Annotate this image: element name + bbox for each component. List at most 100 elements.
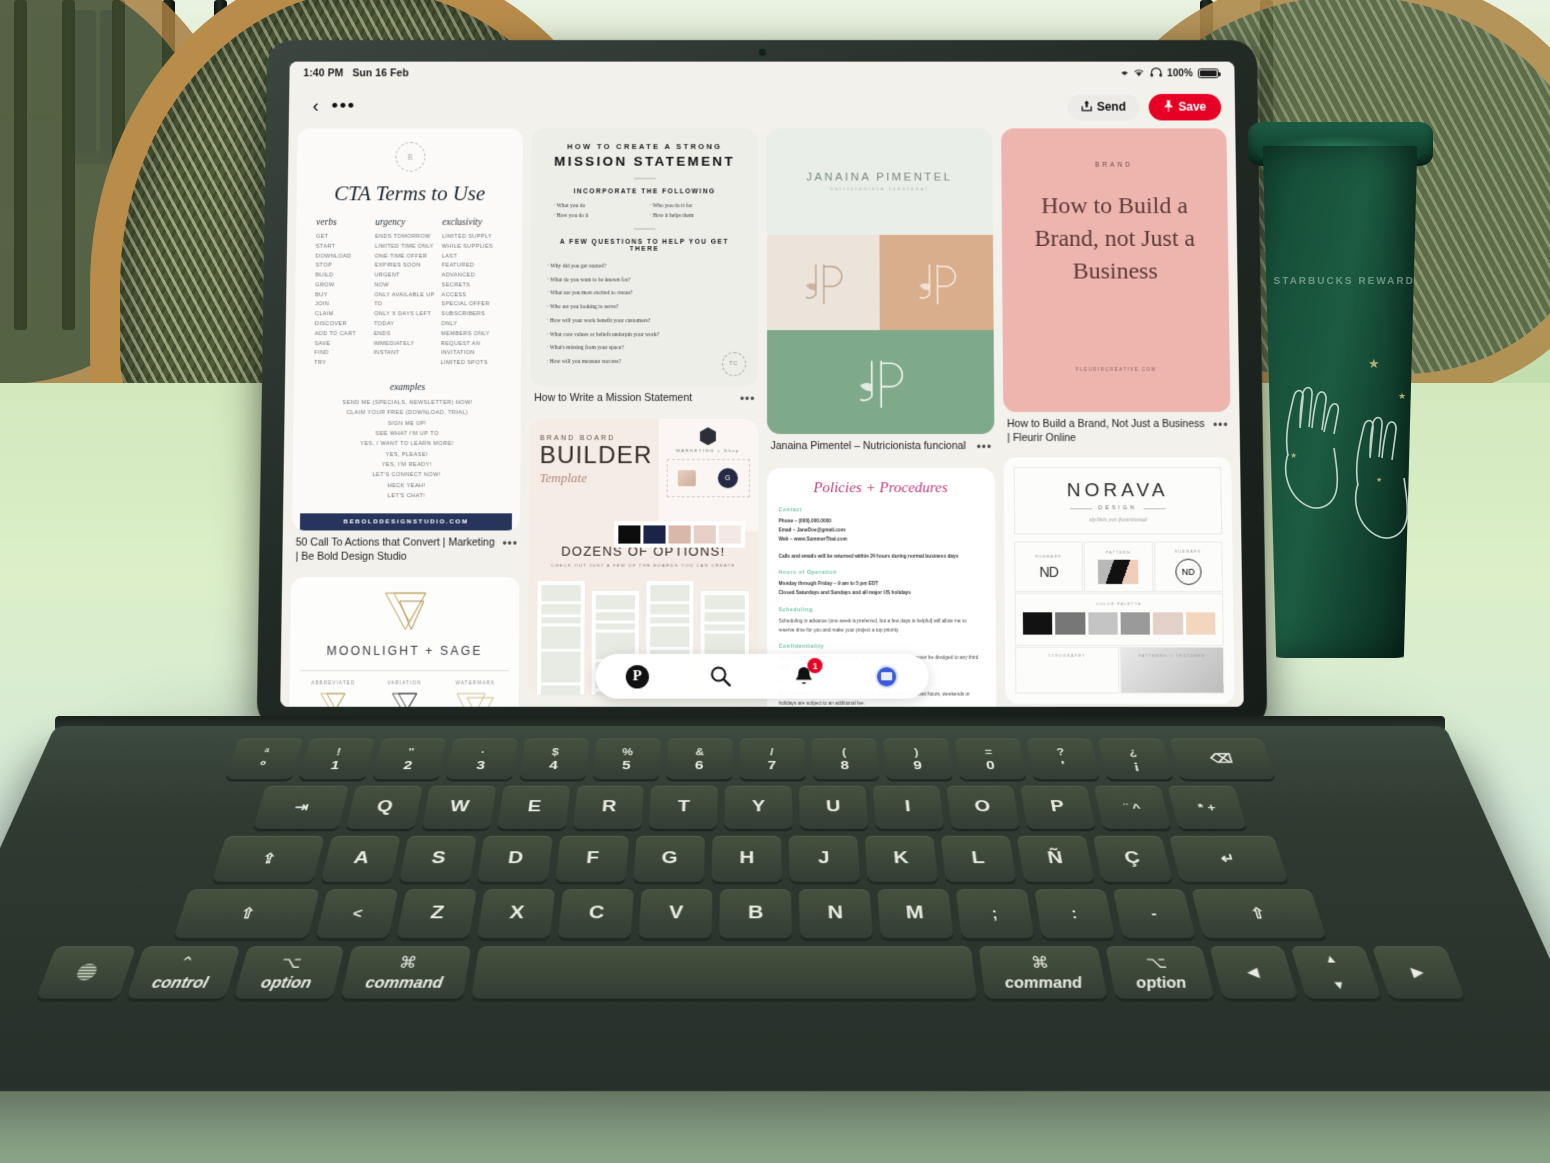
key-f[interactable]: F (555, 835, 629, 882)
mission-question: · How will you measure success? (546, 358, 622, 365)
arrow-up-icon[interactable]: ▲ (1320, 946, 1341, 972)
key-c[interactable]: C (557, 889, 634, 939)
cta-example: YES, I WANT TO LEARN MORE! (360, 441, 454, 448)
key-n[interactable]: N (798, 889, 873, 939)
key-asterisk-plus[interactable]: * + (1167, 785, 1248, 829)
key-1[interactable]: ! 1 (298, 738, 375, 780)
key-b[interactable]: B (719, 889, 793, 939)
cta-item: ENDS TOMORROW (374, 233, 431, 240)
key-i[interactable]: I (872, 785, 945, 829)
more-horizontal-icon[interactable]: ••• (329, 94, 359, 120)
pin-janaina-pimentel[interactable]: JANAINA PIMENTEL nutricionista funcional (766, 128, 995, 456)
key-g[interactable]: G (633, 835, 706, 882)
key-6[interactable]: & 6 (665, 738, 733, 780)
ipad-screen[interactable]: 1:40 PM Sun 16 Feb ⌖ 100% ‹ ••• Send Sav… (280, 61, 1244, 707)
key-7[interactable]: / 7 (739, 738, 806, 780)
key-control-left[interactable]: ⌃ control (125, 946, 240, 999)
key-5[interactable]: % 5 (592, 738, 661, 780)
key-colon[interactable]: : (1034, 889, 1116, 939)
pin-norava-design[interactable]: NORAVA DESIGN stylish yet functional SUB… (1003, 457, 1235, 705)
key-j[interactable]: J (788, 835, 861, 882)
key-y[interactable]: Y (724, 785, 793, 829)
nav-search-button[interactable] (703, 659, 737, 694)
key-e[interactable]: E (497, 785, 571, 829)
key-command-right[interactable]: ⌘ command (977, 946, 1108, 999)
key-arrow-left[interactable]: ◀ (1208, 946, 1298, 999)
key-cedilla[interactable]: Ç (1092, 835, 1173, 882)
key-x[interactable]: X (477, 889, 556, 939)
pin-moonlight-sage[interactable]: MOONLIGHT + SAGE ABBREVIATED M + S VARIA… (287, 576, 520, 707)
pin-cta-terms[interactable]: B CTA Terms to Use verbs GET START DOWNL… (291, 128, 524, 564)
cta-item: BUY (315, 292, 328, 299)
key-lower: 1 (329, 758, 342, 773)
key-dash[interactable]: - (1112, 889, 1196, 939)
smart-keyboard[interactable]: ª º ! 1 " 2 · 3 $ 4 % 5 & 6 / 7 (8) 9 … (0, 726, 1550, 1092)
key-ordinal[interactable]: ª º (225, 738, 303, 780)
more-horizontal-icon[interactable]: ••• (502, 537, 518, 553)
save-button[interactable]: Save (1148, 93, 1222, 120)
key-shift-right[interactable]: ⇧ (1191, 889, 1327, 939)
key-delete[interactable]: ⌫ (1168, 738, 1275, 780)
key-2[interactable]: " 2 (371, 738, 447, 780)
color-swatch (1087, 612, 1118, 635)
key-p[interactable]: P (1020, 785, 1096, 829)
key-u[interactable]: U (798, 785, 869, 829)
key-9[interactable]: ) 9 (882, 738, 953, 780)
key-accent-grave[interactable]: ¨ ^ (1093, 785, 1172, 829)
key-r[interactable]: R (572, 785, 645, 829)
nav-profile-button[interactable] (870, 659, 904, 694)
chevron-left-icon[interactable]: ‹ (303, 94, 329, 120)
key-v[interactable]: V (638, 889, 713, 939)
key-lower: 6 (694, 758, 704, 773)
key-command-left[interactable]: ⌘ command (339, 946, 471, 999)
key-arrow-right[interactable]: ▶ (1371, 946, 1465, 999)
key-caps-lock[interactable]: ⇪ (211, 835, 325, 882)
key-h[interactable]: H (711, 835, 782, 882)
more-horizontal-icon[interactable]: ••• (1213, 418, 1229, 434)
key-3[interactable]: · 3 (445, 738, 518, 780)
key-inverted-exclamation[interactable]: ¿ ¡ (1097, 738, 1173, 780)
arrow-down-icon[interactable]: ▼ (1329, 972, 1350, 999)
key-a[interactable]: A (320, 835, 401, 882)
key-k[interactable]: K (864, 835, 939, 882)
pin-build-a-brand[interactable]: BRAND How to Build a Brand, not Just a B… (1000, 128, 1231, 445)
nav-notifications-button[interactable]: 1 (786, 657, 823, 694)
send-button[interactable]: Send (1066, 93, 1140, 120)
key-tab[interactable]: ⇥ (252, 785, 350, 829)
key-enye[interactable]: Ñ (1016, 835, 1095, 882)
nav-home-button[interactable]: P (620, 659, 654, 694)
key-globe[interactable] (35, 946, 136, 999)
key-arrow-up-down[interactable]: ▲ ▼ (1289, 946, 1382, 999)
key-l[interactable]: L (940, 835, 1017, 882)
key-less-than[interactable]: < (315, 889, 399, 939)
divider (299, 669, 510, 671)
key-d[interactable]: D (476, 835, 553, 882)
key-option-right[interactable]: ⌥ option (1104, 946, 1215, 999)
key-0[interactable]: = 0 (954, 738, 1026, 780)
key-semicolon[interactable]: ; (955, 889, 1035, 939)
key-o[interactable]: O (946, 785, 1020, 829)
key-q[interactable]: Q (345, 785, 423, 829)
key-upper: ) (913, 746, 919, 758)
norava-logo-block: NORAVA DESIGN stylish yet functional (1013, 467, 1223, 535)
key-s[interactable]: S (398, 835, 477, 882)
key-shift-left[interactable]: ⇧ (173, 889, 320, 939)
more-horizontal-icon[interactable]: ••• (740, 392, 756, 408)
keyboard-row-numbers: ª º ! 1 " 2 · 3 $ 4 % 5 & 6 / 7 (8) 9 … (54, 738, 1446, 780)
key-return[interactable]: ↵ (1168, 835, 1289, 882)
mission-question: · What's missing from your space? (546, 345, 624, 352)
key-w[interactable]: W (421, 785, 497, 829)
key-lower: 3 (475, 758, 487, 773)
pin-mission-statement[interactable]: HOW TO CREATE A STRONG MISSION STATEMENT… (530, 128, 758, 408)
key-z[interactable]: Z (396, 889, 477, 939)
key-4[interactable]: $ 4 (518, 738, 590, 780)
key-m[interactable]: M (877, 889, 954, 939)
key-8[interactable]: ( 8 (810, 738, 879, 780)
color-palette (1022, 612, 1216, 635)
pin-caption: Janaina Pimentel – Nutricionista funcion… (767, 434, 995, 456)
key-space[interactable] (470, 946, 977, 999)
more-horizontal-icon[interactable]: ••• (977, 440, 993, 456)
key-apostrophe[interactable]: ? ' (1025, 738, 1100, 780)
key-t[interactable]: T (648, 785, 718, 829)
key-option-left[interactable]: ⌥ option (232, 946, 344, 999)
